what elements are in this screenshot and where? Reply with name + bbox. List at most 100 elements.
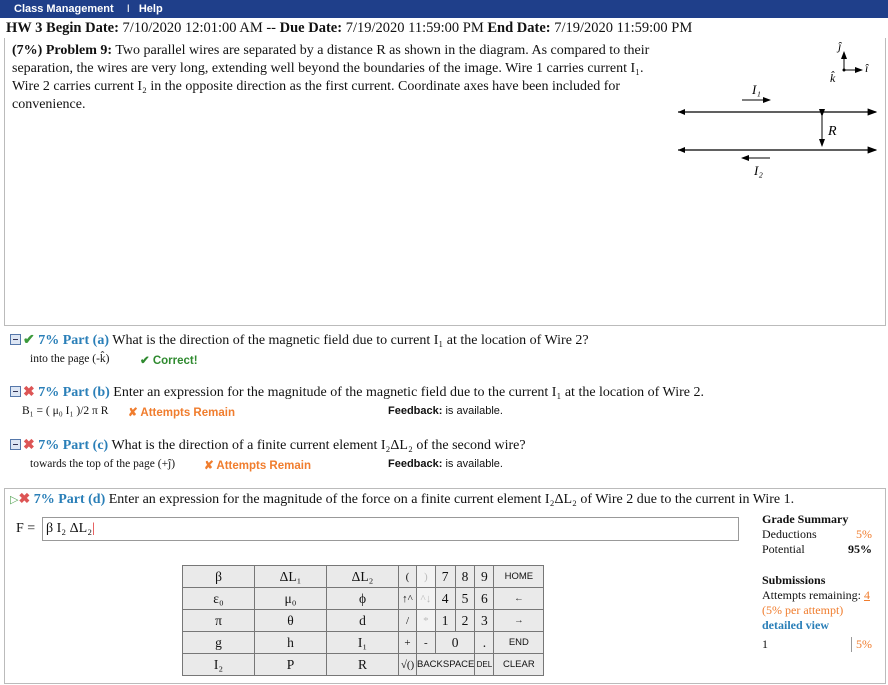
begin-date: 7/10/2020 12:01:00 AM -- xyxy=(122,20,277,36)
part-a-header: ✔ 7% Part (a) What is the direction of t… xyxy=(10,332,589,349)
part-a-title: 7% Part (a) xyxy=(38,333,109,348)
key-r[interactable]: R xyxy=(326,653,399,676)
cross-icon: ✖ xyxy=(23,385,35,400)
part-c-question: What is the direction of a finite curren… xyxy=(111,438,526,453)
i-axis-label: î xyxy=(865,61,869,75)
part-d-question: Enter an expression for the magnitude of… xyxy=(108,492,795,507)
key-pi[interactable]: π xyxy=(182,609,255,632)
key-right-arrow[interactable]: → xyxy=(493,609,545,632)
key-h[interactable]: h xyxy=(254,631,327,654)
part-c-answer: towards the top of the page (+ĵ) xyxy=(30,458,176,470)
submission-number: 1 xyxy=(762,637,768,651)
feedback-label: Feedback: xyxy=(388,458,443,470)
part-b-header: ✖ 7% Part (b) Enter an expression for th… xyxy=(10,384,704,401)
key-delta-l1[interactable]: ΔL₁ xyxy=(254,565,327,588)
key-phi[interactable]: ϕ xyxy=(326,587,399,610)
equation-keypad: β ΔL₁ ΔL₂ ( ) 7 8 9 HOME ε₀ μ₀ ϕ ↑^ ^↓ 4… xyxy=(182,565,545,676)
current-2-label: I₂ xyxy=(753,163,763,178)
end-date-label: End Date: xyxy=(487,20,551,36)
part-d-title: 7% Part (d) xyxy=(33,492,106,507)
key-plus[interactable]: + xyxy=(398,631,417,654)
key-left-arrow[interactable]: ← xyxy=(493,587,545,610)
part-c-header: ✖ 7% Part (c) What is the direction of a… xyxy=(10,437,526,454)
key-5[interactable]: 5 xyxy=(454,587,476,610)
problem-label: Problem 9: xyxy=(45,43,113,58)
submission-percent: 5% xyxy=(851,637,872,652)
key-0[interactable]: 0 xyxy=(434,631,476,654)
key-p[interactable]: P xyxy=(254,653,327,676)
part-b-answer: B₁ = ( μ₀ I₁ )/2 π R xyxy=(22,405,109,417)
part-b-question: Enter an expression for the magnitude of… xyxy=(113,385,704,400)
key-multiply[interactable]: * xyxy=(416,609,436,632)
grade-summary-title: Grade Summary xyxy=(762,512,849,526)
key-delta-l2[interactable]: ΔL₂ xyxy=(326,565,399,588)
assignment-header: HW 3 Begin Date: 7/10/2020 12:01:00 AM -… xyxy=(6,20,692,37)
separation-label: R xyxy=(827,124,837,139)
answer-input-label: F = xyxy=(16,521,36,536)
detailed-view-link[interactable]: detailed view xyxy=(762,618,872,633)
part-b-status: ✘ Attempts Remain xyxy=(128,407,235,419)
key-2[interactable]: 2 xyxy=(454,609,476,632)
key-beta[interactable]: β xyxy=(182,565,255,588)
attempts-row: Attempts remaining: 4 xyxy=(762,588,872,603)
part-c-status: ✘ Attempts Remain xyxy=(204,460,311,472)
deductions-value: 5% xyxy=(856,527,872,541)
part-b-feedback[interactable]: Feedback: is available. xyxy=(388,405,503,417)
key-i2[interactable]: I₂ xyxy=(182,653,255,676)
key-clear[interactable]: CLEAR xyxy=(493,653,545,676)
hw-title: HW 3 xyxy=(6,20,43,36)
key-4[interactable]: 4 xyxy=(434,587,456,610)
key-theta[interactable]: θ xyxy=(254,609,327,632)
key-close-paren[interactable]: ) xyxy=(416,565,436,588)
key-open-paren[interactable]: ( xyxy=(398,565,417,588)
help-link[interactable]: Help xyxy=(139,3,163,15)
due-date: 7/19/2020 11:59:00 PM xyxy=(345,20,484,36)
submissions-title: Submissions xyxy=(762,573,826,587)
key-9[interactable]: 9 xyxy=(474,565,495,588)
key-divide[interactable]: / xyxy=(398,609,417,632)
key-end[interactable]: END xyxy=(493,631,545,654)
key-i1[interactable]: I₁ xyxy=(326,631,399,654)
cross-icon: ✖ xyxy=(18,492,31,507)
key-mu0[interactable]: μ₀ xyxy=(254,587,327,610)
part-d-header: ▷✖ 7% Part (d) Enter an expression for t… xyxy=(10,491,794,508)
key-sqrt[interactable]: √() xyxy=(398,653,417,676)
key-subscript[interactable]: ^↓ xyxy=(416,587,436,610)
collapse-icon[interactable] xyxy=(10,386,21,397)
problem-weight: (7%) xyxy=(12,43,43,58)
collapse-icon[interactable] xyxy=(10,439,21,450)
key-minus[interactable]: - xyxy=(416,631,436,654)
potential-row: Potential 95% xyxy=(762,542,872,557)
j-axis-label: ĵ xyxy=(836,39,842,53)
key-3[interactable]: 3 xyxy=(474,609,495,632)
collapse-icon[interactable] xyxy=(10,334,21,345)
class-management-link[interactable]: Class Management xyxy=(14,3,114,15)
key-backspace[interactable]: BACKSPACE xyxy=(415,653,476,676)
key-del[interactable]: DEL xyxy=(474,653,495,676)
key-d[interactable]: d xyxy=(326,609,399,632)
top-menu-bar: Class Management I Help xyxy=(0,0,888,18)
key-epsilon0[interactable]: ε₀ xyxy=(182,587,255,610)
key-1[interactable]: 1 xyxy=(434,609,456,632)
feedback-text: is available. xyxy=(445,458,503,470)
part-c-feedback[interactable]: Feedback: is available. xyxy=(388,458,503,470)
attempts-label: Attempts remaining: xyxy=(762,588,861,602)
answer-input[interactable]: β I₂ ΔL₂| xyxy=(42,517,739,541)
end-date: 7/19/2020 11:59:00 PM xyxy=(554,20,693,36)
key-home[interactable]: HOME xyxy=(493,565,545,588)
feedback-label: Feedback: xyxy=(388,405,443,417)
key-8[interactable]: 8 xyxy=(454,565,476,588)
part-a-answer: into the page (-k̂) xyxy=(30,353,110,365)
key-decimal[interactable]: . xyxy=(474,631,495,654)
current-1-label: I₁ xyxy=(751,82,761,97)
due-date-label: Due Date: xyxy=(279,20,343,36)
feedback-text: is available. xyxy=(445,405,503,417)
submission-row: 1 5% xyxy=(762,637,872,652)
key-superscript[interactable]: ↑^ xyxy=(398,587,417,610)
potential-label: Potential xyxy=(762,542,805,556)
checkmark-icon: ✔ xyxy=(23,333,35,348)
key-g[interactable]: g xyxy=(182,631,255,654)
key-7[interactable]: 7 xyxy=(434,565,456,588)
key-6[interactable]: 6 xyxy=(474,587,495,610)
part-b-title: 7% Part (b) xyxy=(38,385,110,400)
